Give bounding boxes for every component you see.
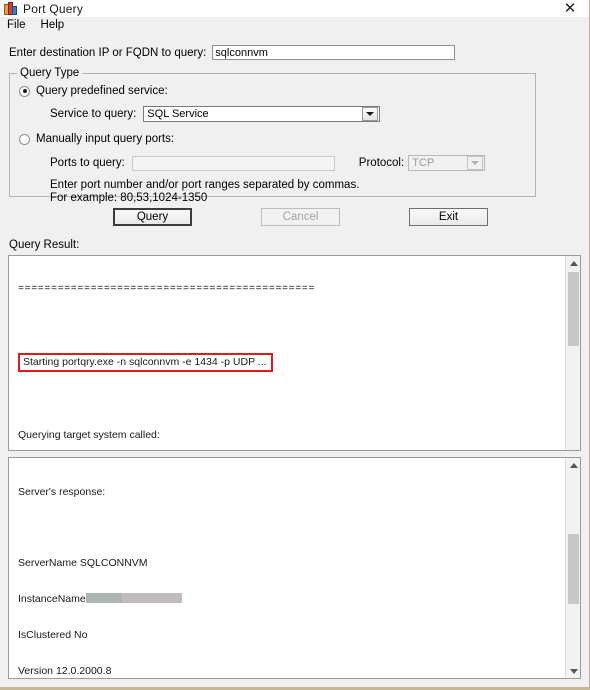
line-querying-target: Querying target system called: bbox=[18, 429, 160, 441]
ports-hint-line1: Enter port number and/or port ranges sep… bbox=[50, 179, 360, 191]
instance1-version: Version 12.0.2000.8 bbox=[18, 665, 112, 677]
line-servers-response: Server's response: bbox=[18, 486, 106, 498]
ports-to-query-row: Ports to query: Protocol: TCP bbox=[19, 155, 526, 171]
instance1-server-name: ServerName SQLCONNVM bbox=[18, 557, 148, 569]
destination-input[interactable] bbox=[212, 45, 456, 60]
scroll-down-button[interactable] bbox=[566, 664, 580, 678]
menu-bar: File Help bbox=[0, 17, 589, 33]
window-title: Port Query bbox=[23, 1, 84, 16]
chevron-down-icon bbox=[569, 668, 578, 674]
query-type-group-title: Query Type bbox=[17, 67, 83, 79]
ports-input[interactable] bbox=[131, 155, 335, 171]
chevron-down-icon[interactable] bbox=[362, 107, 379, 121]
query-button[interactable]: Query bbox=[113, 208, 192, 226]
close-icon[interactable]: ✕ bbox=[559, 0, 581, 17]
service-select[interactable]: SQL Service bbox=[143, 106, 381, 122]
chevron-down-icon[interactable] bbox=[467, 156, 484, 170]
separator-line: ========================================… bbox=[18, 284, 316, 295]
scroll-up-button[interactable] bbox=[566, 458, 580, 472]
chevron-up-icon bbox=[569, 462, 578, 468]
instance1-instance-name-prefix: InstanceName bbox=[18, 593, 86, 605]
ports-hint-line2: For example: 80,53,1024-1350 bbox=[50, 192, 208, 204]
instance1-instance-name: InstanceName bbox=[18, 593, 556, 605]
radio-manual-icon[interactable] bbox=[19, 133, 30, 145]
query-result-label: Query Result: bbox=[9, 239, 80, 251]
chevron-up-icon bbox=[569, 260, 578, 266]
destination-row: Enter destination IP or FQDN to query: bbox=[0, 45, 589, 60]
radio-predefined-label: Query predefined service: bbox=[36, 85, 168, 97]
title-bar: Port Query ✕ bbox=[0, 0, 589, 17]
ports-hint: Enter port number and/or port ranges sep… bbox=[19, 179, 526, 205]
protocol-select-value: TCP bbox=[412, 157, 435, 169]
scroll-up-button[interactable] bbox=[566, 256, 580, 270]
query-result-panel-top[interactable]: ========================================… bbox=[8, 255, 581, 451]
service-select-value: SQL Service bbox=[147, 108, 209, 120]
service-to-query-row: Service to query: SQL Service bbox=[19, 106, 526, 122]
scrollbar-thumb[interactable] bbox=[568, 272, 579, 346]
scrollbar-thumb[interactable] bbox=[568, 534, 579, 604]
destination-label: Enter destination IP or FQDN to query: bbox=[9, 46, 207, 59]
redacted-instance-name bbox=[85, 593, 182, 603]
scrollbar-vertical-top[interactable] bbox=[565, 256, 580, 450]
query-result-panel-bottom-text: Server's response: ServerName SQLCONNVM … bbox=[18, 462, 556, 678]
instance1-is-clustered: IsClustered No bbox=[18, 629, 88, 641]
protocol-label: Protocol: bbox=[358, 157, 405, 169]
service-to-query-label: Service to query: bbox=[50, 108, 137, 120]
highlighted-command-line: Starting portqry.exe -n sqlconnvm -e 143… bbox=[18, 353, 556, 372]
app-barchart-icon bbox=[4, 2, 17, 15]
radio-predefined-service[interactable]: Query predefined service: bbox=[19, 85, 526, 97]
cancel-button: Cancel bbox=[261, 208, 340, 226]
ports-to-query-label: Ports to query: bbox=[50, 157, 125, 169]
exit-button[interactable]: Exit bbox=[409, 208, 488, 226]
query-result-panel-top-text: ========================================… bbox=[18, 260, 556, 450]
query-result-panel-bottom[interactable]: Server's response: ServerName SQLCONNVM … bbox=[8, 457, 581, 679]
radio-predefined-icon[interactable] bbox=[19, 85, 30, 97]
menu-item-help[interactable]: Help bbox=[41, 19, 65, 31]
query-type-group: Query Type Query predefined service: Ser… bbox=[9, 67, 536, 204]
red-highlight-box: Starting portqry.exe -n sqlconnvm -e 143… bbox=[18, 353, 273, 372]
button-row: Query Cancel Exit bbox=[0, 208, 589, 226]
scrollbar-vertical-bottom[interactable] bbox=[565, 458, 580, 678]
radio-manual-ports[interactable]: Manually input query ports: bbox=[19, 133, 526, 145]
protocol-select[interactable]: TCP bbox=[408, 155, 486, 171]
menu-item-file[interactable]: File bbox=[7, 19, 26, 31]
radio-manual-label: Manually input query ports: bbox=[36, 133, 175, 145]
